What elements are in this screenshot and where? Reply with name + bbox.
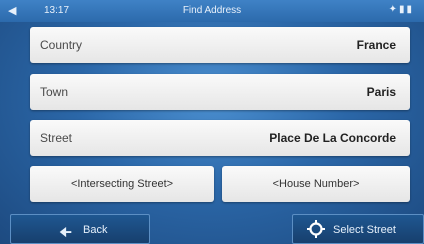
intersecting-street-button[interactable]: <Intersecting Street> [30, 166, 214, 202]
street-label: Street [40, 131, 73, 145]
status-icons: ✦▮▮ [389, 4, 414, 15]
back-button[interactable]: 🠈 Back [10, 214, 150, 244]
town-label: Town [40, 85, 69, 99]
country-label: Country [40, 38, 83, 52]
back-label: Back [83, 224, 108, 236]
select-street-label: Select Street [333, 224, 396, 236]
crosshair-icon [307, 220, 325, 238]
house-number-button[interactable]: <House Number> [222, 166, 410, 202]
select-street-button[interactable]: Select Street [292, 214, 424, 244]
battery-icon: ▮▮ [398, 4, 414, 15]
back-arrow-icon: 🠈 [59, 224, 73, 240]
country-field[interactable]: Country France [30, 27, 410, 63]
town-field[interactable]: Town Paris [30, 74, 410, 110]
country-value: France [356, 38, 396, 52]
town-value: Paris [366, 85, 396, 99]
status-bar: ◀ 13:17 Find Address ✦▮▮ [0, 0, 424, 22]
street-value: Place De La Concorde [269, 131, 396, 145]
screen-title: Find Address [182, 5, 242, 16]
gps-icon: ✦ [388, 4, 399, 15]
street-field[interactable]: Street Place De La Concorde [30, 120, 410, 156]
